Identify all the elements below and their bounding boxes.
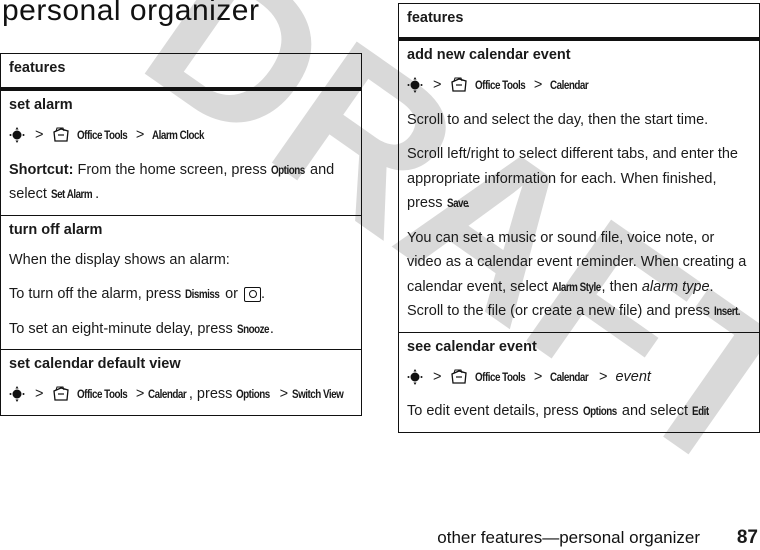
- feature-row-set-alarm: set alarm > Office Tools > Alarm Clock S…: [1, 91, 361, 216]
- navigation-key-icon: [9, 127, 25, 144]
- menu-alarm-clock: Alarm Clock: [152, 128, 205, 142]
- shortcut-label: Shortcut:: [9, 161, 74, 178]
- separator: >: [598, 368, 608, 385]
- alarm-type-placeholder: alarm type: [641, 278, 710, 295]
- menu-office-tools: Office Tools: [76, 387, 128, 401]
- office-tools-icon: [52, 386, 69, 401]
- menu-office-tools: Office Tools: [76, 128, 128, 142]
- power-end-key-icon: [244, 286, 262, 302]
- menu-path: > Office Tools > Alarm Clock: [9, 123, 353, 148]
- softkey-snooze: Snooze: [236, 321, 270, 336]
- table-header: features: [1, 54, 361, 91]
- separator: >: [279, 386, 289, 402]
- softkey-save: Save: [446, 196, 469, 210]
- page-title: personal organizer: [2, 0, 260, 27]
- navigation-key-icon: [407, 77, 423, 94]
- separator: >: [35, 127, 44, 143]
- menu-calendar: Calendar: [550, 78, 589, 92]
- feature-title: turn off alarm: [9, 221, 103, 238]
- description: You can set a music or sound file, voice…: [407, 226, 751, 324]
- feature-title: set alarm: [9, 97, 73, 113]
- navigation-key-icon: [9, 386, 25, 403]
- text: To set an eight-minute delay, press: [9, 320, 237, 337]
- feature-row-turn-off-alarm: turn off alarm When the display shows an…: [1, 216, 361, 350]
- menu-calendar: Calendar: [148, 387, 187, 401]
- office-tools-icon: [52, 127, 69, 142]
- softkey-dismiss: Dismiss: [185, 287, 220, 301]
- softkey-options: Options: [582, 404, 617, 418]
- shortcut-paragraph: Shortcut: From the home screen, press Op…: [9, 158, 353, 207]
- text: From the home screen, press: [73, 161, 271, 178]
- table-header: features: [399, 4, 759, 41]
- softkey-insert: Insert: [714, 304, 738, 318]
- menu-path: > Office Tools > Calendar: [407, 73, 751, 98]
- separator: >: [35, 386, 44, 402]
- page-number: 87: [736, 527, 758, 548]
- text: .: [95, 186, 100, 202]
- menu-switch-view: Switch View: [292, 387, 344, 401]
- menu-set-alarm: Set Alarm: [50, 187, 93, 201]
- description: To edit event details, press Options and…: [407, 399, 751, 424]
- description: When the display shows an alarm:: [9, 251, 230, 268]
- feature-title: add new calendar event: [407, 47, 571, 63]
- dismiss-instruction: To turn off the alarm, press Dismiss or …: [9, 282, 353, 307]
- text: To turn off the alarm, press: [9, 286, 186, 302]
- features-table-right: features add new calendar event > Office…: [398, 3, 760, 433]
- menu-office-tools: Office Tools: [474, 369, 526, 384]
- separator: >: [533, 77, 543, 93]
- menu-path: > Office Tools > Calendar > event: [407, 365, 751, 390]
- softkey-options: Options: [236, 387, 271, 401]
- event-placeholder: event: [615, 368, 651, 385]
- separator: >: [433, 368, 442, 385]
- separator: >: [533, 368, 543, 385]
- menu-path: > Office Tools > Calendar, press Options …: [9, 382, 353, 407]
- text: .: [261, 286, 266, 302]
- separator: >: [135, 127, 145, 143]
- text: , then: [601, 278, 642, 295]
- office-tools-icon: [450, 369, 467, 384]
- text: , press: [188, 386, 237, 402]
- feature-title: see calendar event: [407, 338, 537, 355]
- snooze-instruction: To set an eight-minute delay, press Snoo…: [9, 317, 353, 342]
- text: To edit event details, press: [407, 403, 583, 419]
- menu-office-tools: Office Tools: [474, 78, 526, 92]
- feature-title: set calendar default view: [9, 356, 181, 372]
- menu-calendar: Calendar: [550, 369, 589, 384]
- office-tools-icon: [450, 77, 467, 92]
- separator: >: [433, 77, 442, 93]
- running-footer: other features—personal organizer: [437, 528, 700, 547]
- description: Scroll left/right to select different ta…: [407, 142, 751, 216]
- feature-row-set-calendar-view: set calendar default view > Office Tools…: [1, 350, 361, 415]
- text: and select: [617, 403, 693, 419]
- feature-row-see-calendar-event: see calendar event > Office Tools > Cale…: [399, 333, 759, 432]
- text: .: [269, 320, 274, 337]
- feature-row-add-calendar-event: add new calendar event > Office Tools > …: [399, 41, 759, 333]
- text: or: [221, 286, 243, 302]
- softkey-options: Options: [270, 162, 305, 177]
- menu-alarm-style: Alarm Style: [552, 279, 601, 294]
- navigation-key-icon: [407, 368, 423, 385]
- menu-edit: Edit: [692, 404, 709, 418]
- features-table-left: features set alarm > Office Tools > Alar…: [0, 53, 362, 416]
- description: Scroll to and select the day, then the s…: [407, 111, 709, 128]
- separator: >: [135, 386, 145, 402]
